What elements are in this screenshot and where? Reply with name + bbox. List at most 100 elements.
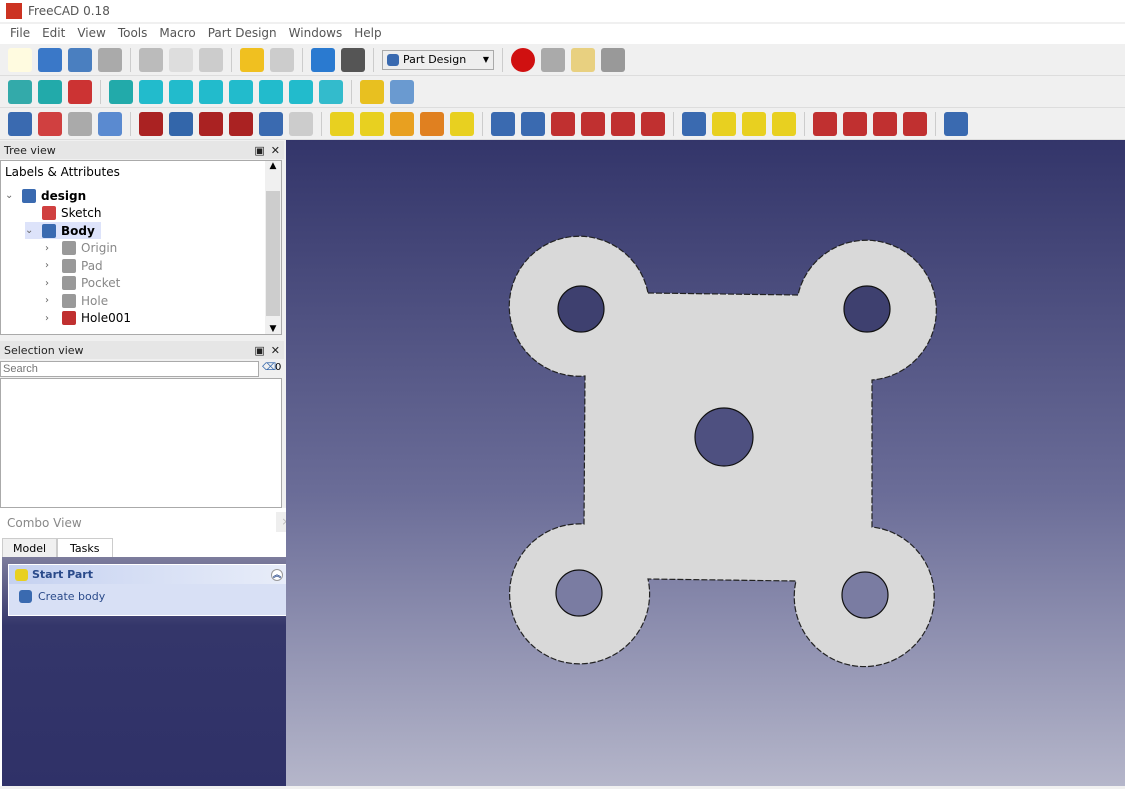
pad-icon	[62, 258, 76, 273]
fit-selection-icon[interactable]	[38, 79, 62, 104]
record-macro-icon[interactable]	[511, 47, 535, 72]
tree-item-pad[interactable]: › Pad	[45, 257, 109, 274]
additive-primitive-icon[interactable]	[450, 111, 474, 136]
left-view-icon[interactable]	[289, 79, 313, 104]
isometric-view-icon[interactable]	[109, 79, 133, 104]
menu-part-design[interactable]: Part Design	[202, 24, 283, 44]
paste-icon[interactable]	[199, 47, 223, 72]
tree-scrollbar[interactable]: ▲ ▼	[265, 161, 281, 334]
multi-transform-icon[interactable]	[772, 111, 796, 136]
copy-icon[interactable]	[169, 47, 193, 72]
workbench-selector[interactable]: Part Design ▼	[382, 49, 494, 70]
polar-pattern-icon[interactable]	[742, 111, 766, 136]
chevron-right-icon[interactable]: ›	[45, 243, 57, 254]
collapse-icon[interactable]: ︽	[271, 568, 283, 581]
whats-this-icon[interactable]	[341, 47, 365, 72]
fit-all-icon[interactable]	[8, 79, 32, 104]
sub-shape-binder-icon[interactable]	[259, 111, 283, 136]
clone-icon[interactable]	[98, 111, 122, 136]
run-macro-icon[interactable]	[601, 47, 625, 72]
tab-tasks[interactable]: Tasks	[57, 538, 113, 559]
chamfer-icon[interactable]	[843, 111, 867, 136]
toolbar-separator	[130, 47, 131, 72]
hole-icon[interactable]	[521, 111, 545, 136]
selection-search-input[interactable]	[0, 361, 259, 377]
top-view-icon[interactable]	[169, 79, 193, 104]
create-body-link[interactable]: Create body	[9, 584, 287, 609]
undo-icon[interactable]	[240, 47, 264, 72]
chevron-right-icon[interactable]: ›	[45, 295, 57, 306]
toolbar-separator	[321, 111, 322, 136]
body-icon	[19, 590, 32, 603]
body-icon[interactable]	[8, 111, 32, 136]
sketch-icon[interactable]	[38, 111, 62, 136]
save-icon[interactable]	[68, 47, 92, 72]
datum-line-icon[interactable]	[169, 111, 193, 136]
create-part-icon[interactable]	[360, 79, 384, 104]
subtractive-loft-icon[interactable]	[581, 111, 605, 136]
menu-edit[interactable]: Edit	[36, 24, 71, 44]
task-box-title: Start Part	[32, 568, 93, 581]
measure-icon[interactable]	[319, 79, 343, 104]
draw-style-icon[interactable]	[68, 79, 92, 104]
tree-item-origin[interactable]: › Origin	[45, 240, 123, 257]
local-cs-icon[interactable]	[229, 111, 253, 136]
pocket-icon[interactable]	[491, 111, 515, 136]
subtractive-primitive-icon[interactable]	[641, 111, 665, 136]
tab-model[interactable]: Model	[2, 538, 58, 559]
float-icon[interactable]: ▣	[254, 144, 264, 157]
front-view-icon[interactable]	[139, 79, 163, 104]
cut-icon[interactable]	[139, 47, 163, 72]
additive-loft-icon[interactable]	[390, 111, 414, 136]
tree-item-hole[interactable]: › Hole	[45, 292, 114, 309]
right-view-icon[interactable]	[199, 79, 223, 104]
draft-icon[interactable]	[873, 111, 897, 136]
tree-item-design[interactable]: ⌄ design	[5, 187, 92, 204]
groove-icon[interactable]	[551, 111, 575, 136]
linear-pattern-icon[interactable]	[712, 111, 736, 136]
menu-tools[interactable]: Tools	[112, 24, 154, 44]
open-icon[interactable]	[38, 47, 62, 72]
fillet-icon[interactable]	[813, 111, 837, 136]
thickness-icon[interactable]	[903, 111, 927, 136]
chevron-right-icon[interactable]: ›	[45, 260, 57, 271]
shape-binder-icon[interactable]	[68, 111, 92, 136]
3d-viewport[interactable]	[286, 140, 1125, 786]
chevron-down-icon[interactable]: ⌄	[25, 225, 37, 236]
revolution-icon[interactable]	[360, 111, 384, 136]
float-icon[interactable]: ▣	[254, 344, 264, 357]
subtractive-pipe-icon[interactable]	[611, 111, 635, 136]
tree-item-pocket[interactable]: › Pocket	[45, 275, 126, 292]
additive-pipe-icon[interactable]	[420, 111, 444, 136]
menu-windows[interactable]: Windows	[283, 24, 349, 44]
create-group-icon[interactable]	[390, 79, 414, 104]
pad-icon[interactable]	[330, 111, 354, 136]
menu-macro[interactable]: Macro	[153, 24, 201, 44]
refresh-icon[interactable]	[311, 47, 335, 72]
tree-item-sketch[interactable]: Sketch	[25, 205, 107, 222]
redo-icon[interactable]	[270, 47, 294, 72]
mirrored-icon[interactable]	[682, 111, 706, 136]
menu-help[interactable]: Help	[348, 24, 387, 44]
close-icon[interactable]: ✕	[271, 344, 280, 357]
chevron-down-icon[interactable]: ⌄	[5, 190, 17, 201]
origin-icon	[62, 241, 76, 255]
save-as-icon[interactable]	[98, 47, 122, 72]
clone2-icon[interactable]	[289, 111, 313, 136]
menu-file[interactable]: File	[4, 24, 36, 44]
boolean-icon[interactable]	[944, 111, 968, 136]
chevron-right-icon[interactable]: ›	[45, 278, 57, 289]
datum-point-icon[interactable]	[139, 111, 163, 136]
datum-plane-icon[interactable]	[199, 111, 223, 136]
chevron-right-icon[interactable]: ›	[45, 313, 57, 324]
menu-view[interactable]: View	[71, 24, 111, 44]
close-icon[interactable]: ✕	[271, 144, 280, 157]
rear-view-icon[interactable]	[229, 79, 253, 104]
edit-macro-icon[interactable]	[571, 47, 595, 72]
new-file-icon[interactable]	[8, 47, 32, 72]
tree-column-header: Labels & Attributes	[5, 165, 120, 179]
tree-item-body[interactable]: ⌄ Body	[25, 222, 101, 239]
bottom-view-icon[interactable]	[259, 79, 283, 104]
stop-macro-icon[interactable]	[541, 47, 565, 72]
tree-item-hole001[interactable]: › Hole001	[45, 310, 137, 327]
